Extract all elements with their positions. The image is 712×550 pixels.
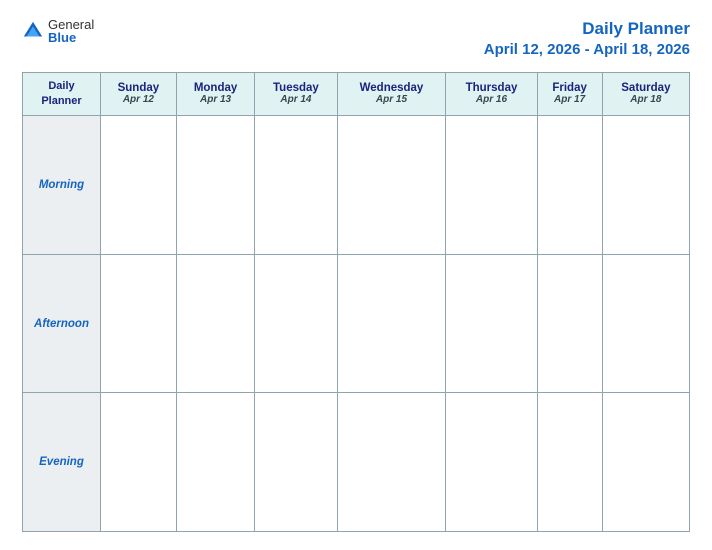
morning-saturday[interactable] xyxy=(602,116,689,255)
planner-title: Daily Planner xyxy=(484,18,690,40)
date-range: April 12, 2026 - April 18, 2026 xyxy=(484,40,690,60)
label-column-header: Daily Planner xyxy=(23,72,101,116)
afternoon-saturday[interactable] xyxy=(602,254,689,393)
monday-header: Monday Apr 13 xyxy=(176,72,255,116)
label-header: Daily Planner xyxy=(27,79,96,110)
logo-text: General Blue xyxy=(48,18,94,44)
afternoon-sunday[interactable] xyxy=(101,254,177,393)
thursday-header: Thursday Apr 16 xyxy=(446,72,537,116)
evening-tuesday[interactable] xyxy=(255,393,337,532)
tuesday-header: Tuesday Apr 14 xyxy=(255,72,337,116)
header: General Blue Daily Planner April 12, 202… xyxy=(22,18,690,60)
friday-header: Friday Apr 17 xyxy=(537,72,602,116)
morning-thursday[interactable] xyxy=(446,116,537,255)
morning-row: Morning xyxy=(23,116,690,255)
generalblue-logo-icon xyxy=(22,20,44,42)
evening-saturday[interactable] xyxy=(602,393,689,532)
page: General Blue Daily Planner April 12, 202… xyxy=(0,0,712,550)
evening-monday[interactable] xyxy=(176,393,255,532)
wednesday-header: Wednesday Apr 15 xyxy=(337,72,446,116)
logo-blue: Blue xyxy=(48,31,94,44)
evening-friday[interactable] xyxy=(537,393,602,532)
afternoon-thursday[interactable] xyxy=(446,254,537,393)
morning-wednesday[interactable] xyxy=(337,116,446,255)
afternoon-friday[interactable] xyxy=(537,254,602,393)
evening-row: Evening xyxy=(23,393,690,532)
header-row: Daily Planner Sunday Apr 12 Monday Apr 1… xyxy=(23,72,690,116)
evening-label: Evening xyxy=(23,393,101,532)
morning-monday[interactable] xyxy=(176,116,255,255)
morning-friday[interactable] xyxy=(537,116,602,255)
afternoon-row: Afternoon xyxy=(23,254,690,393)
afternoon-tuesday[interactable] xyxy=(255,254,337,393)
evening-thursday[interactable] xyxy=(446,393,537,532)
afternoon-wednesday[interactable] xyxy=(337,254,446,393)
evening-wednesday[interactable] xyxy=(337,393,446,532)
morning-sunday[interactable] xyxy=(101,116,177,255)
saturday-header: Saturday Apr 18 xyxy=(602,72,689,116)
sunday-header: Sunday Apr 12 xyxy=(101,72,177,116)
afternoon-monday[interactable] xyxy=(176,254,255,393)
morning-label: Morning xyxy=(23,116,101,255)
logo: General Blue xyxy=(22,18,94,44)
evening-sunday[interactable] xyxy=(101,393,177,532)
planner-table: Daily Planner Sunday Apr 12 Monday Apr 1… xyxy=(22,72,690,532)
morning-tuesday[interactable] xyxy=(255,116,337,255)
afternoon-label: Afternoon xyxy=(23,254,101,393)
header-right: Daily Planner April 12, 2026 - April 18,… xyxy=(484,18,690,60)
